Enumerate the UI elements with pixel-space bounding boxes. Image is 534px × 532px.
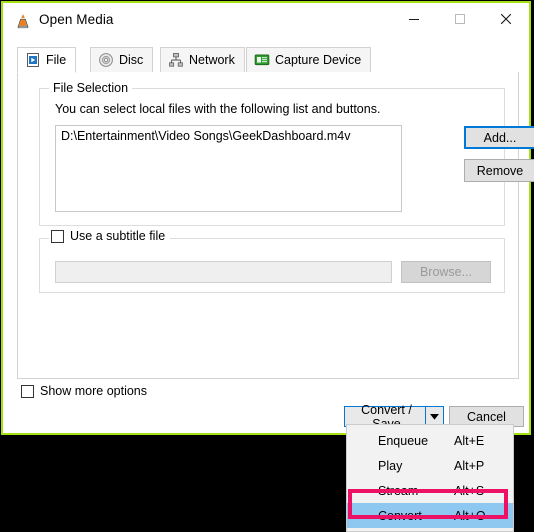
menu-item-stream-accel: Alt+S (454, 483, 485, 498)
tab-content-panel: File Selection You can select local file… (17, 72, 534, 379)
tab-strip: File Disc Network Capture Device (17, 47, 515, 73)
maximize-icon (455, 14, 465, 24)
window-title: Open Media (39, 12, 114, 27)
tab-capture-device-label: Capture Device (275, 53, 362, 67)
open-media-window: Open Media File Disc Network Capture Dev… (1, 1, 534, 435)
menu-item-convert-accel: Alt+O (454, 508, 486, 523)
remove-button[interactable]: Remove (464, 159, 534, 182)
minimize-button[interactable] (391, 3, 437, 35)
menu-item-play-label: Play (378, 458, 403, 473)
file-play-icon (25, 52, 41, 68)
capture-device-icon (254, 52, 270, 68)
use-subtitle-checkbox-label: Use a subtitle file (70, 229, 166, 243)
tab-disc[interactable]: Disc (90, 47, 154, 73)
use-subtitle-checkbox[interactable]: Use a subtitle file (49, 229, 171, 243)
subtitle-group: Use a subtitle file Browse... (39, 229, 505, 293)
tab-file-label: File (46, 53, 67, 67)
maximize-button[interactable] (437, 3, 483, 35)
network-icon (168, 52, 184, 68)
title-bar: Open Media (3, 3, 529, 39)
file-list-item[interactable]: D:\Entertainment\Video Songs\GeekDashboa… (56, 126, 401, 143)
convert-save-dropdown-menu: Enqueue Alt+E Play Alt+P Stream Alt+S Co… (346, 424, 514, 532)
menu-item-enqueue-accel: Alt+E (454, 433, 485, 448)
tab-disc-label: Disc (119, 53, 144, 67)
tab-network-label: Network (189, 53, 235, 67)
subtitle-path-input[interactable] (55, 261, 392, 283)
menu-item-convert-label: Convert (378, 508, 422, 523)
file-selection-group-title: File Selection (49, 81, 133, 95)
menu-item-play[interactable]: Play Alt+P (347, 453, 513, 478)
chevron-down-icon (430, 413, 439, 420)
window-client-area: Open Media File Disc Network Capture Dev… (3, 3, 534, 433)
vlc-cone-icon (14, 12, 32, 30)
file-list[interactable]: D:\Entertainment\Video Songs\GeekDashboa… (55, 125, 402, 212)
use-subtitle-checkbox-box[interactable] (51, 229, 64, 243)
browse-button[interactable]: Browse... (401, 261, 491, 283)
file-selection-group: File Selection You can select local file… (39, 81, 534, 226)
menu-item-convert[interactable]: Convert Alt+O (347, 503, 513, 528)
add-button[interactable]: Add... (464, 126, 534, 149)
menu-item-stream[interactable]: Stream Alt+S (347, 478, 513, 503)
menu-item-stream-label: Stream (378, 483, 419, 498)
tab-network[interactable]: Network (160, 47, 245, 73)
tab-capture-device[interactable]: Capture Device (246, 47, 372, 73)
disc-icon (98, 52, 114, 68)
show-more-options-label: Show more options (40, 384, 148, 398)
minimize-icon (409, 19, 419, 20)
show-more-options-checkbox-box[interactable] (21, 384, 34, 398)
close-icon (500, 13, 512, 25)
file-selection-hint: You can select local files with the foll… (55, 102, 381, 116)
menu-item-play-accel: Alt+P (454, 458, 485, 473)
tab-file[interactable]: File (17, 47, 77, 73)
close-button[interactable] (483, 3, 529, 35)
screen-root: Open Media File Disc Network Capture Dev… (0, 0, 534, 532)
menu-item-enqueue[interactable]: Enqueue Alt+E (347, 428, 513, 453)
show-more-options-checkbox[interactable]: Show more options (21, 384, 147, 398)
menu-item-enqueue-label: Enqueue (378, 433, 429, 448)
